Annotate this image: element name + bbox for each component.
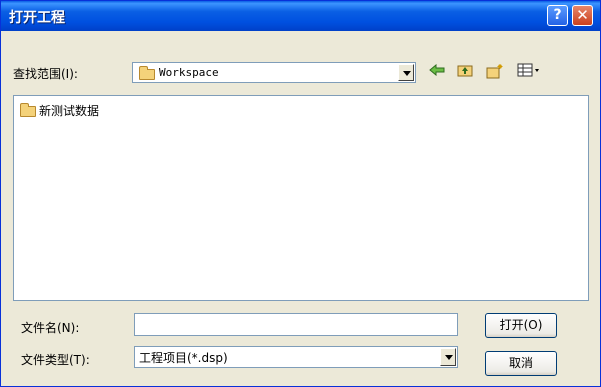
title-bar[interactable]: 打开工程 ? ✕ [1,1,600,31]
window-title: 打开工程 [9,10,65,26]
filetype-dropdown[interactable]: 工程项目(*.dsp) [134,346,458,368]
help-button[interactable]: ? [547,5,568,26]
filetype-value: 工程项目(*.dsp) [139,351,228,365]
look-in-value: Workspace [159,66,219,79]
cancel-button[interactable]: 取消 [485,351,557,376]
chevron-down-icon[interactable] [398,64,414,81]
folder-icon [139,66,155,80]
back-arrow-icon [429,63,445,77]
chevron-down-icon[interactable] [440,348,456,366]
folder-icon [20,103,36,117]
views-button[interactable] [515,63,543,81]
list-item-label: 新测试数据 [39,104,100,118]
new-folder-button[interactable] [485,63,505,81]
up-folder-button[interactable] [455,63,475,81]
new-folder-icon [486,64,503,79]
file-list[interactable]: 新测试数据 [13,95,589,301]
close-button[interactable]: ✕ [572,5,593,26]
look-in-dropdown[interactable]: Workspace [132,62,416,83]
open-button[interactable]: 打开(O) [485,313,557,338]
look-in-label: 查找范围(I): [13,67,78,81]
help-icon: ? [553,7,562,23]
view-menu-icon [517,63,539,77]
filetype-label: 文件类型(T): [21,353,90,367]
list-item[interactable]: 新测试数据 [20,102,99,119]
up-folder-icon [457,65,473,77]
close-icon: ✕ [576,6,589,24]
filename-field[interactable] [134,313,458,336]
filename-label: 文件名(N): [21,321,80,335]
open-project-dialog: 打开工程 ? ✕ 查找范围(I): Workspace 新测试数据 文件名(N)… [0,0,601,387]
back-button[interactable] [427,63,447,81]
